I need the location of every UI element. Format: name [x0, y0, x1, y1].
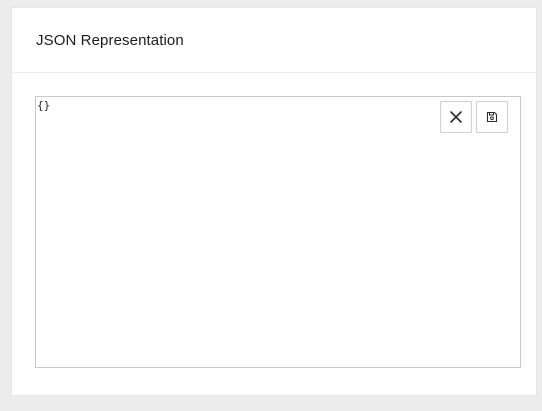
json-panel: JSON Representation {} — [12, 8, 536, 395]
save-button[interactable] — [476, 101, 508, 133]
close-icon — [449, 110, 463, 124]
save-icon — [486, 111, 498, 123]
panel-header: JSON Representation — [12, 8, 536, 73]
json-editor-container: {} — [35, 96, 521, 368]
panel-title: JSON Representation — [36, 31, 184, 49]
editor-toolbar — [440, 101, 508, 133]
json-editor[interactable]: {} — [36, 97, 520, 367]
clear-button[interactable] — [440, 101, 472, 133]
